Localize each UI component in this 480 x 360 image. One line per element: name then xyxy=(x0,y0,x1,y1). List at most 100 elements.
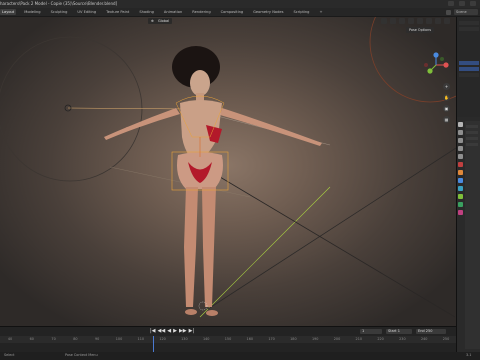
tool-tab-icon[interactable] xyxy=(458,122,463,127)
shading-rendered-icon[interactable] xyxy=(444,18,450,24)
particles-tab-icon[interactable] xyxy=(458,186,463,191)
frame-tick-label: 110 xyxy=(137,337,145,341)
start-label: Start xyxy=(388,329,397,333)
character-arm-right xyxy=(220,108,322,146)
properties-tabs xyxy=(458,122,464,215)
scene-tab-icon[interactable] xyxy=(458,154,463,159)
frame-tick-label: 40 xyxy=(7,337,13,341)
frame-tick-label: 170 xyxy=(268,337,275,341)
workspace-tab-sculpting[interactable]: Sculpting xyxy=(49,9,70,15)
window-controls xyxy=(448,1,476,6)
workspace-tab-texture-paint[interactable]: Texture Paint xyxy=(104,9,131,15)
physics-tab-icon[interactable] xyxy=(458,194,463,199)
world-tab-icon[interactable] xyxy=(458,162,463,167)
character-foot-left xyxy=(185,309,197,315)
status-bar: Select Pose Context Menu 3.1 xyxy=(0,352,480,360)
playback-button-icon[interactable]: ▶ xyxy=(173,329,177,334)
outliner-row[interactable] xyxy=(459,27,479,31)
workspace-tab-shading[interactable]: Shading xyxy=(137,9,156,15)
maximize-icon[interactable] xyxy=(459,1,465,6)
grid-icon[interactable]: ▦ xyxy=(443,116,450,123)
output-tab-icon[interactable] xyxy=(458,138,463,143)
frame-tick-label: 180 xyxy=(290,337,297,341)
view-layer-tab-icon[interactable] xyxy=(458,146,463,151)
shading-wire-icon[interactable] xyxy=(417,18,423,24)
outliner-row-selected[interactable] xyxy=(459,61,479,65)
properties-panel[interactable] xyxy=(465,121,480,349)
frame-tick-label: 250 xyxy=(442,337,450,341)
end-frame-field[interactable]: End 250 xyxy=(416,329,446,334)
frame-tick-label: 150 xyxy=(224,337,232,341)
orientation-icon: ⊕ xyxy=(151,19,154,23)
overlays-icon[interactable] xyxy=(399,18,405,24)
minimize-icon[interactable] xyxy=(448,1,454,6)
frame-ruler[interactable]: 40 60 70 80 90 100 110 120 130 140 150 160 170 180 190… xyxy=(0,336,456,343)
playback-controls: |◀ ◀◀ ◀ ▶ ▶▶ ▶| xyxy=(150,329,194,334)
frame-tick-label: 90 xyxy=(95,337,100,341)
navigation-gizmo-icon[interactable] xyxy=(422,51,450,79)
playback-button-icon[interactable]: ▶| xyxy=(189,329,195,334)
workspace-tab-animation[interactable]: Animation xyxy=(162,9,184,15)
frame-tick-label: 60 xyxy=(29,337,34,341)
shading-solid-icon[interactable] xyxy=(426,18,432,24)
scene-field[interactable]: Scene xyxy=(454,9,478,15)
material-tab-icon[interactable] xyxy=(458,210,463,215)
modifier-tab-icon[interactable] xyxy=(458,178,463,183)
outliner-row[interactable] xyxy=(459,21,479,25)
workspace-tabs: Layout Modeling Sculpting UV Editing Texture… xyxy=(0,9,324,15)
workspace-tab-layout[interactable]: Layout xyxy=(0,9,17,15)
visibility-icon[interactable] xyxy=(381,18,387,24)
axis-line xyxy=(207,147,456,310)
frame-tick-label: 230 xyxy=(399,337,406,341)
character-foot-right xyxy=(206,310,218,316)
xray-icon[interactable] xyxy=(408,18,414,24)
3d-viewport[interactable]: ⊕ Global Pose Options + ✋ ▣ ▦ xyxy=(0,17,456,326)
transform-orientation-dropdown[interactable]: ⊕ Global xyxy=(148,18,173,24)
viewport-scene xyxy=(0,17,456,318)
viewport-navigation: + ✋ ▣ ▦ xyxy=(443,83,450,123)
frame-tick-label: 80 xyxy=(73,337,78,341)
character-leg-left xyxy=(184,187,198,307)
workspace-bar: Layout Modeling Sculpting UV Editing Texture… xyxy=(0,8,480,17)
workspace-tab-uv-editing[interactable]: UV Editing xyxy=(75,9,98,15)
workspace-tab-geometry-nodes[interactable]: Geometry Nodes xyxy=(251,9,285,15)
playback-button-icon[interactable]: ◀ xyxy=(167,329,171,334)
zoom-icon[interactable]: + xyxy=(443,83,450,90)
outliner-row[interactable] xyxy=(459,73,479,77)
start-value: 1 xyxy=(397,329,400,333)
timeline-controls: |◀ ◀◀ ◀ ▶ ▶▶ ▶| 1 Start 1 End 250 xyxy=(0,328,456,335)
workspace-tab-modeling[interactable]: Modeling xyxy=(22,9,42,15)
outliner-row-selected[interactable] xyxy=(459,67,479,71)
frame-tick-label: 190 xyxy=(311,337,319,341)
frame-tick-label: 210 xyxy=(355,337,363,341)
start-frame-field[interactable]: Start 1 xyxy=(386,329,412,334)
property-row xyxy=(466,125,478,128)
shading-material-icon[interactable] xyxy=(435,18,441,24)
axis-line xyxy=(199,186,331,318)
gizmo-toggle-icon[interactable] xyxy=(390,18,396,24)
pose-options-dropdown[interactable]: Pose Options xyxy=(405,27,434,33)
viewport-header: ⊕ Global xyxy=(0,17,456,26)
camera-icon[interactable]: ▣ xyxy=(443,105,450,112)
property-row xyxy=(466,137,478,140)
close-icon[interactable] xyxy=(470,1,476,6)
workspace-tab--[interactable]: + xyxy=(317,9,324,15)
workspace-tab-compositing[interactable]: Compositing xyxy=(219,9,246,15)
title-bar: haracters\Pack 2 Model - Copie (35)\Sour… xyxy=(0,0,480,8)
status-mid: Pose Context Menu xyxy=(65,353,98,357)
frame-tick-label: 140 xyxy=(202,337,210,341)
playback-button-icon[interactable]: ◀◀ xyxy=(158,329,166,334)
workspace-tab-scripting[interactable]: Scripting xyxy=(291,9,311,15)
pan-icon[interactable]: ✋ xyxy=(443,94,450,101)
object-tab-icon[interactable] xyxy=(458,170,463,175)
playback-button-icon[interactable]: ▶▶ xyxy=(179,329,187,334)
workspace-tab-rendering[interactable]: Rendering xyxy=(190,9,212,15)
bone-line xyxy=(67,107,191,110)
playback-button-icon[interactable]: |◀ xyxy=(150,329,156,334)
outliner[interactable] xyxy=(457,17,480,117)
render-tab-icon[interactable] xyxy=(458,130,463,135)
character-head xyxy=(190,70,210,96)
constraints-tab-icon[interactable] xyxy=(458,202,463,207)
current-frame-field[interactable]: 1 xyxy=(360,329,382,334)
property-row xyxy=(466,131,478,134)
